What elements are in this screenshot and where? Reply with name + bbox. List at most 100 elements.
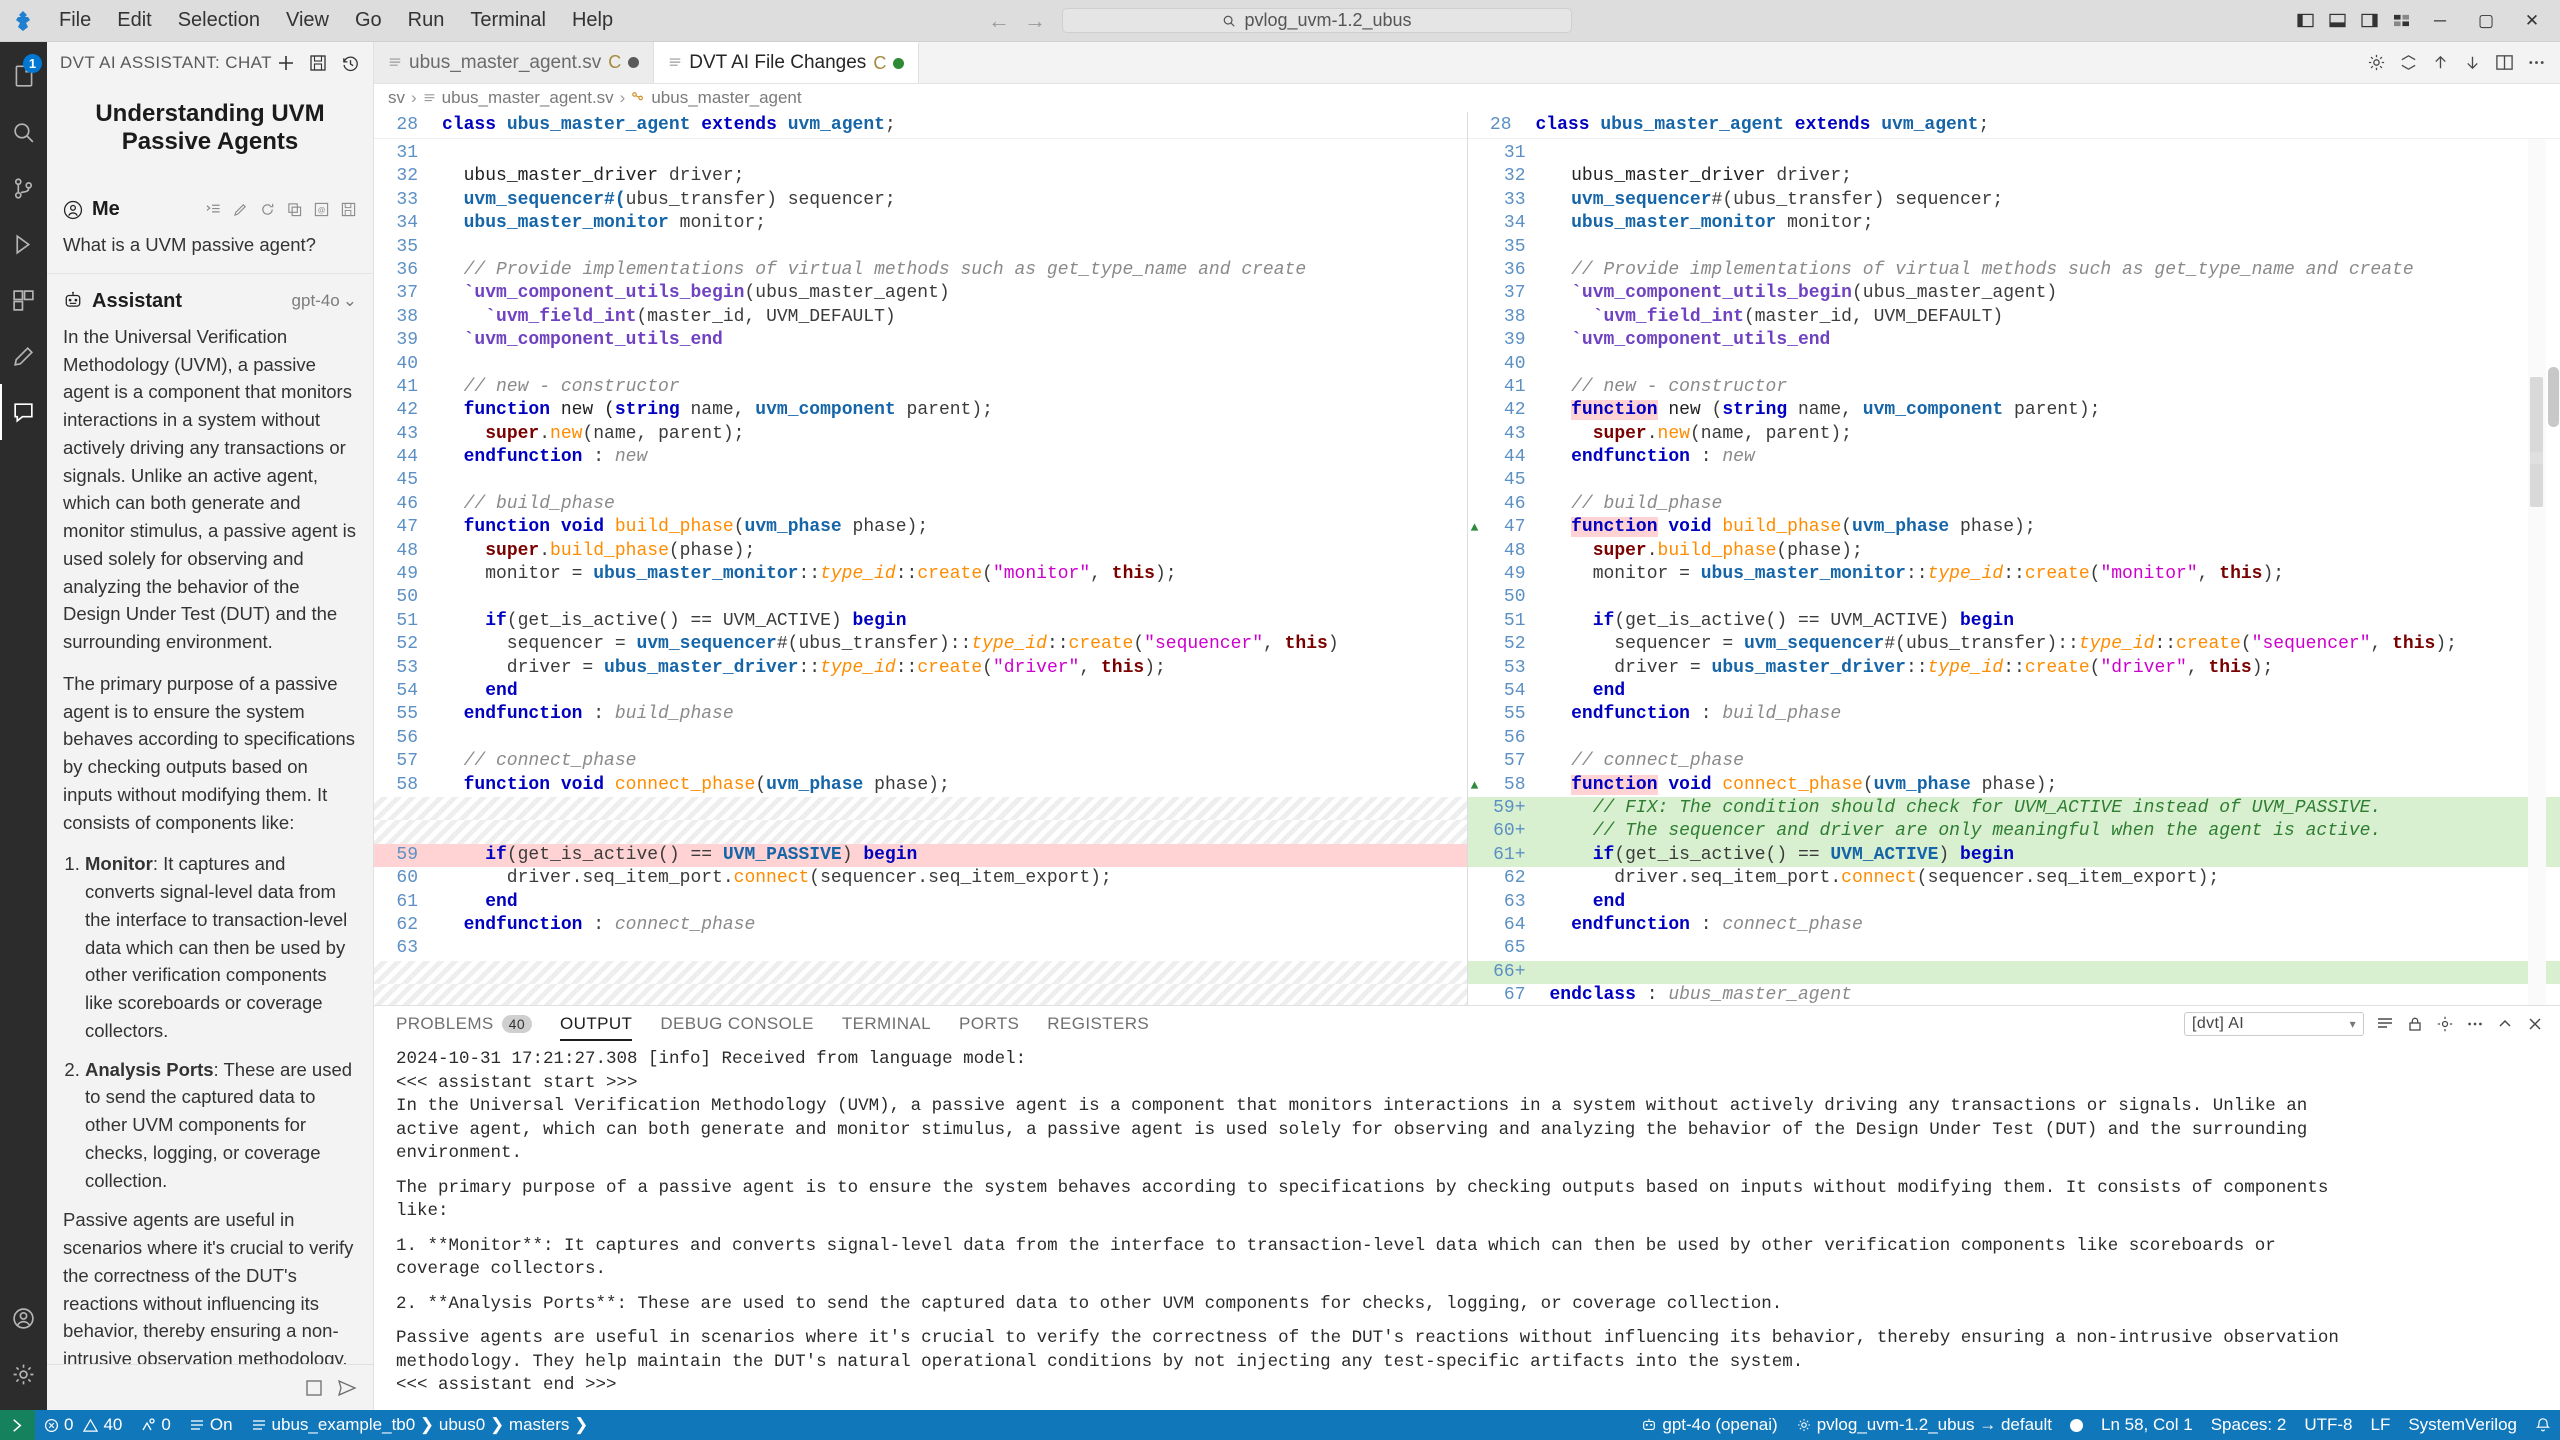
- arrow-up-icon[interactable]: [2431, 53, 2450, 72]
- toggle-primary-sidebar-icon[interactable]: [2290, 7, 2320, 35]
- settings-gear-icon[interactable]: [2436, 1015, 2454, 1033]
- code-line[interactable]: 46 // build_phase: [1468, 493, 2560, 516]
- status-indentation[interactable]: Spaces: 2: [2202, 1410, 2296, 1440]
- copy-icon[interactable]: [286, 201, 303, 218]
- code-line[interactable]: 56: [1468, 727, 2560, 750]
- lock-scroll-icon[interactable]: [2406, 1015, 2424, 1033]
- code-line[interactable]: 48 super.build_phase(phase);: [374, 540, 1467, 563]
- minimap[interactable]: [2528, 112, 2546, 1005]
- code-line[interactable]: 52 sequencer = uvm_sequencer#(ubus_trans…: [1468, 633, 2560, 656]
- menu-help[interactable]: Help: [559, 6, 626, 35]
- code-line[interactable]: [374, 820, 1467, 843]
- breadcrumb-item-file[interactable]: ubus_master_agent.sv: [442, 88, 614, 108]
- command-center-input[interactable]: pvlog_uvm-1.2_ubus: [1062, 8, 1572, 33]
- code-line[interactable]: 50: [374, 586, 1467, 609]
- menu-run[interactable]: Run: [395, 6, 458, 35]
- code-line[interactable]: 48 super.build_phase(phase);: [1468, 540, 2560, 563]
- send-icon[interactable]: [337, 1378, 357, 1398]
- output-channel-select[interactable]: [dvt] AI ▾: [2184, 1012, 2364, 1036]
- status-sync-dot[interactable]: [2061, 1410, 2092, 1440]
- sidebar-item-dvt-design[interactable]: [0, 328, 47, 384]
- editor-tab-ubus-master-agent[interactable]: ubus_master_agent.sv C: [374, 42, 654, 83]
- split-editor-icon[interactable]: [2495, 53, 2514, 72]
- code-line[interactable]: 31: [374, 142, 1467, 165]
- status-autobuild[interactable]: On: [180, 1410, 242, 1440]
- tab-dirty-indicator[interactable]: [893, 58, 904, 69]
- status-eol[interactable]: LF: [2361, 1410, 2399, 1440]
- tab-dirty-indicator[interactable]: [628, 57, 639, 68]
- plus-icon[interactable]: [273, 50, 299, 76]
- diff-pane-original[interactable]: 28 class ubus_master_agent extends uvm_a…: [374, 112, 1468, 1005]
- code-line[interactable]: 33 uvm_sequencer#(ubus_transfer) sequenc…: [374, 189, 1467, 212]
- code-line[interactable]: 31: [1468, 142, 2560, 165]
- code-line[interactable]: 62 endfunction : connect_phase: [374, 914, 1467, 937]
- code-line[interactable]: 51 if(get_is_active() == UVM_ACTIVE) beg…: [374, 610, 1467, 633]
- status-problems[interactable]: 0 40: [35, 1410, 131, 1440]
- menu-terminal[interactable]: Terminal: [457, 6, 559, 35]
- menu-edit[interactable]: Edit: [104, 6, 164, 35]
- code-line[interactable]: 55 endfunction : build_phase: [374, 703, 1467, 726]
- menu-view[interactable]: View: [273, 6, 342, 35]
- status-hierarchy-path[interactable]: ubus_example_tb0 ❯ ubus0 ❯ masters ❯: [242, 1410, 598, 1440]
- code-line[interactable]: 59 if(get_is_active() == UVM_PASSIVE) be…: [374, 844, 1467, 867]
- code-line[interactable]: 43 super.new(name, parent);: [374, 423, 1467, 446]
- sidebar-item-dvt-ai-assistant[interactable]: [0, 384, 47, 440]
- code-line[interactable]: 61 end: [374, 891, 1467, 914]
- editor-tab-dvt-ai-file-changes[interactable]: DVT AI File Changes C: [654, 42, 919, 83]
- code-line[interactable]: 63: [374, 937, 1467, 960]
- close-panel-icon[interactable]: [2526, 1015, 2544, 1033]
- code-line[interactable]: 45: [1468, 469, 2560, 492]
- status-encoding[interactable]: UTF-8: [2295, 1410, 2361, 1440]
- code-line[interactable]: 67endclass : ubus_master_agent: [1468, 984, 2560, 1005]
- code-line[interactable]: 33 uvm_sequencer#(ubus_transfer) sequenc…: [1468, 189, 2560, 212]
- insert-icon[interactable]: [205, 201, 222, 218]
- code-line[interactable]: 43 super.new(name, parent);: [1468, 423, 2560, 446]
- code-line[interactable]: 37 `uvm_component_utils_begin(ubus_maste…: [1468, 282, 2560, 305]
- code-line[interactable]: 53 driver = ubus_master_driver::type_id:…: [1468, 657, 2560, 680]
- code-line[interactable]: 65: [1468, 937, 2560, 960]
- history-icon[interactable]: [337, 50, 363, 76]
- code-line[interactable]: 40: [1468, 353, 2560, 376]
- sidebar-item-extensions[interactable]: [0, 272, 47, 328]
- code-line[interactable]: 40: [374, 353, 1467, 376]
- breadcrumb-item-sv[interactable]: sv: [388, 88, 405, 108]
- code-line[interactable]: 57 // connect_phase: [374, 750, 1467, 773]
- status-build-config[interactable]: pvlog_uvm-1.2_ubus → default: [1787, 1410, 2061, 1440]
- code-line[interactable]: 54 end: [374, 680, 1467, 703]
- code-line[interactable]: 56: [374, 727, 1467, 750]
- code-line[interactable]: 64 endfunction : connect_phase: [1468, 914, 2560, 937]
- code-line[interactable]: 42 function new (string name, uvm_compon…: [374, 399, 1467, 422]
- window-close-button[interactable]: ✕: [2510, 6, 2554, 36]
- code-line[interactable]: ▲58 function void connect_phase(uvm_phas…: [1468, 774, 2560, 797]
- breadcrumb-item-class[interactable]: ubus_master_agent: [651, 88, 801, 108]
- code-line[interactable]: 55 endfunction : build_phase: [1468, 703, 2560, 726]
- arrow-left-icon[interactable]: ←: [988, 8, 1010, 34]
- status-language-mode[interactable]: SystemVerilog: [2399, 1410, 2526, 1440]
- code-line[interactable]: 52 sequencer = uvm_sequencer#(ubus_trans…: [374, 633, 1467, 656]
- arrow-right-icon[interactable]: →: [1024, 8, 1046, 34]
- code-line[interactable]: 41 // new - constructor: [1468, 376, 2560, 399]
- code-line[interactable]: 47 function void build_phase(uvm_phase p…: [374, 516, 1467, 539]
- code-line[interactable]: 39 `uvm_component_utils_end: [1468, 329, 2560, 352]
- code-line[interactable]: 49 monitor = ubus_master_monitor::type_i…: [374, 563, 1467, 586]
- panel-tab-ports[interactable]: PORTS: [959, 1008, 1019, 1041]
- code-line[interactable]: 54 end: [1468, 680, 2560, 703]
- scrollbar-vertical[interactable]: [1453, 112, 1467, 1005]
- code-line[interactable]: 57 // connect_phase: [1468, 750, 2560, 773]
- code-line[interactable]: 36 // Provide implementations of virtual…: [374, 259, 1467, 282]
- panel-tab-registers[interactable]: REGISTERS: [1047, 1008, 1149, 1041]
- sidebar-item-explorer[interactable]: 1: [0, 48, 47, 104]
- code-line[interactable]: 34 ubus_master_monitor monitor;: [374, 212, 1467, 235]
- code-line[interactable]: 60 driver.seq_item_port.connect(sequence…: [374, 867, 1467, 890]
- code-line[interactable]: 36 // Provide implementations of virtual…: [1468, 259, 2560, 282]
- diff-pane-modified[interactable]: 28 class ubus_master_agent extends uvm_a…: [1468, 112, 2560, 1005]
- status-dvt-build[interactable]: 0: [131, 1410, 179, 1440]
- code-line[interactable]: 32 ubus_master_driver driver;: [1468, 165, 2560, 188]
- code-line[interactable]: 35: [374, 236, 1467, 259]
- sidebar-item-source-control[interactable]: [0, 160, 47, 216]
- panel-tab-terminal[interactable]: TERMINAL: [842, 1008, 931, 1041]
- arrow-down-icon[interactable]: [2463, 53, 2482, 72]
- code-line[interactable]: 45: [374, 469, 1467, 492]
- collapse-icon[interactable]: [2399, 53, 2418, 72]
- maximize-panel-icon[interactable]: [2496, 1015, 2514, 1033]
